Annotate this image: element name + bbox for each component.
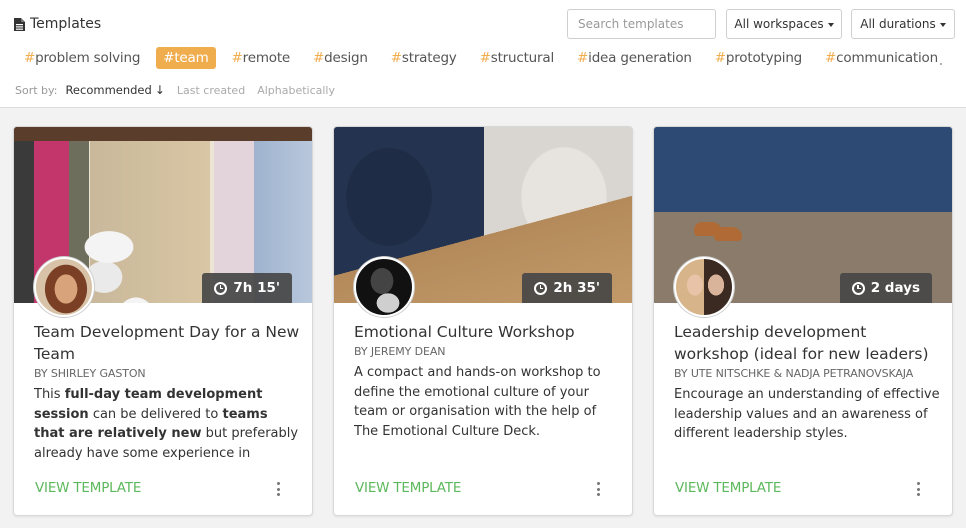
page-title-text: Templates — [30, 16, 102, 32]
caret-down-icon — [939, 22, 946, 27]
image-detail — [714, 227, 742, 241]
tag-strategy[interactable]: #strategy — [384, 47, 464, 69]
card-title[interactable]: Emotional Culture Workshop — [354, 321, 622, 343]
tag-communication[interactable]: #communication — [818, 47, 945, 69]
more-options-icon[interactable] — [596, 482, 600, 496]
more-options-icon[interactable] — [916, 482, 920, 496]
durations-dropdown[interactable]: All durations — [851, 9, 955, 39]
sort-alphabetically[interactable]: Alphabetically — [257, 84, 335, 97]
more-options-icon[interactable] — [276, 482, 280, 496]
card-title[interactable]: Team Development Day for a New Team — [34, 321, 302, 365]
sort-recommended[interactable]: Recommended ↓ — [65, 83, 164, 97]
author-avatar — [354, 257, 414, 317]
duration-badge: 2 days — [839, 273, 932, 303]
duration-badge: 2h 35' — [522, 273, 612, 303]
template-card[interactable]: 2h 35' Emotional Culture Workshop BY JER… — [333, 126, 633, 516]
card-description: A compact and hands-on workshop to defin… — [354, 365, 601, 439]
tag-team[interactable]: #team — [156, 46, 216, 69]
clock-icon — [534, 281, 548, 295]
author-avatar — [34, 257, 94, 317]
clock-icon — [214, 281, 228, 295]
caret-down-icon — [827, 22, 834, 27]
more-tags-indicator[interactable] — [940, 63, 942, 65]
card-author: BY SHIRLEY GASTON — [34, 367, 146, 380]
durations-dropdown-label: All durations — [860, 17, 936, 31]
arrow-down-icon: ↓ — [154, 83, 165, 97]
author-avatar — [674, 257, 734, 317]
workspaces-dropdown[interactable]: All workspaces — [726, 9, 842, 39]
duration-text: 2h 35' — [553, 280, 600, 296]
card-body: Leadership development workshop (ideal f… — [674, 321, 942, 444]
card-description: Encourage an understanding of effective … — [674, 387, 940, 441]
card-author: BY UTE NITSCHKE & NADJA PETRANOVSKAJA — [674, 367, 914, 380]
tag-prototyping[interactable]: #prototyping — [708, 47, 809, 69]
document-icon — [14, 17, 25, 31]
view-template-link[interactable]: VIEW TEMPLATE — [355, 480, 461, 496]
tag-structural[interactable]: #structural — [473, 47, 561, 69]
page-title: Templates — [14, 16, 101, 32]
card-body: Emotional Culture Workshop BY JEREMY DEA… — [354, 321, 622, 441]
template-card[interactable]: 7h 15' Team Development Day for a New Te… — [13, 126, 313, 516]
card-title[interactable]: Leadership development workshop (ideal f… — [674, 321, 942, 365]
sort-last-created[interactable]: Last created — [177, 84, 245, 97]
card-description: This full-day team development session c… — [34, 387, 299, 461]
template-card[interactable]: 2 days Leadership development workshop (… — [653, 126, 953, 516]
tag-filter-bar: #problem solving #team #remote #design #… — [17, 45, 954, 70]
duration-text: 2 days — [870, 280, 920, 296]
clock-icon — [851, 281, 865, 295]
sort-label: Sort by: — [15, 83, 58, 97]
tag-design[interactable]: #design — [306, 47, 375, 69]
view-template-link[interactable]: VIEW TEMPLATE — [675, 480, 781, 496]
header: Templates All workspaces All durations #… — [0, 0, 966, 108]
tag-remote[interactable]: #remote — [225, 47, 298, 69]
tag-idea-generation[interactable]: #idea generation — [570, 47, 699, 69]
search-templates-input[interactable] — [567, 9, 716, 39]
tag-problem-solving[interactable]: #problem solving — [17, 47, 147, 69]
sort-bar: Sort by: Recommended ↓ Last created Alpha… — [15, 83, 347, 97]
workspaces-dropdown-label: All workspaces — [734, 17, 824, 31]
view-template-link[interactable]: VIEW TEMPLATE — [35, 480, 141, 496]
duration-badge: 7h 15' — [202, 273, 292, 303]
duration-text: 7h 15' — [233, 280, 280, 296]
card-author: BY JEREMY DEAN — [354, 345, 446, 358]
card-body: Team Development Day for a New Team BY S… — [34, 321, 302, 463]
